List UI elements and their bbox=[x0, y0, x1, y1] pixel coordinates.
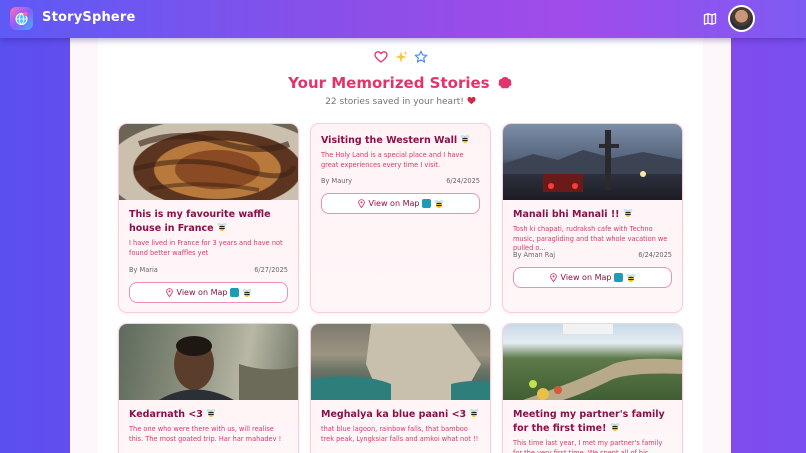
story-author: By Maria bbox=[129, 266, 158, 274]
story-title: Meghalya ka blue paani <3 bbox=[321, 408, 480, 422]
bee-icon bbox=[217, 223, 227, 231]
story-image-meghalaya bbox=[311, 324, 490, 400]
story-image-kedarnath bbox=[119, 324, 298, 400]
view-on-map-button[interactable]: View on Map bbox=[513, 267, 672, 288]
heart-emoji-icon bbox=[467, 96, 476, 105]
story-title-text: Meeting my partner's family for the firs… bbox=[513, 409, 665, 434]
story-date: 6/24/2025 bbox=[446, 177, 480, 185]
bee-icon bbox=[460, 135, 470, 143]
story-title-text: Meghalya ka blue paani <3 bbox=[321, 409, 467, 420]
story-card[interactable]: This is my favourite waffle house in Fra… bbox=[118, 123, 299, 313]
story-description: The one who were there with us, will rea… bbox=[129, 425, 282, 443]
globe-logo-icon bbox=[15, 11, 28, 25]
story-title: Manali bhi Manali !! bbox=[513, 208, 672, 222]
bee-icon bbox=[610, 423, 620, 431]
bee-icon bbox=[434, 199, 444, 208]
story-description: I have lived in France for 3 years and h… bbox=[129, 239, 283, 257]
story-title-text: Manali bhi Manali !! bbox=[513, 209, 620, 220]
story-title: Kedarnath <3 bbox=[129, 408, 288, 422]
story-image-family bbox=[503, 324, 682, 400]
story-description: that blue lagoon, rainbow falls, that ba… bbox=[321, 425, 479, 443]
story-author: By Aman Raj bbox=[513, 251, 556, 259]
hero-icon-row bbox=[70, 50, 731, 66]
pin-icon bbox=[165, 288, 173, 297]
view-on-map-label: View on Map bbox=[176, 288, 228, 297]
star-icon bbox=[414, 50, 428, 64]
bee-icon bbox=[623, 209, 633, 217]
pin-icon bbox=[549, 273, 557, 282]
view-on-map-label: View on Map bbox=[368, 199, 420, 208]
story-title: Visiting the Western Wall bbox=[321, 134, 480, 148]
map-emoji-icon bbox=[614, 273, 624, 282]
map-emoji-icon bbox=[230, 288, 240, 297]
story-author: By Maury bbox=[321, 177, 353, 185]
story-title-text: This is my favourite waffle house in Fra… bbox=[129, 209, 271, 234]
bee-icon bbox=[626, 273, 636, 282]
story-date: 6/24/2025 bbox=[638, 251, 672, 259]
story-description: Tosh ki chapati, rudraksh cafe with Tech… bbox=[513, 225, 668, 252]
story-meta: By Maria 6/27/2025 bbox=[129, 266, 288, 274]
bee-icon bbox=[469, 409, 479, 417]
story-card[interactable]: Visiting the Western Wall The Holy Land … bbox=[310, 123, 491, 313]
brain-icon bbox=[498, 77, 512, 89]
story-card[interactable]: Manali bhi Manali !! Tosh ki chapati, ru… bbox=[502, 123, 683, 313]
story-image-manali bbox=[503, 124, 682, 200]
story-description: The Holy Land is a special place and I h… bbox=[321, 151, 464, 169]
map-emoji-icon bbox=[422, 199, 432, 208]
page-title-text: Your Memorized Stories bbox=[288, 74, 490, 92]
pin-icon bbox=[357, 199, 365, 208]
story-title-text: Kedarnath <3 bbox=[129, 409, 203, 420]
story-title-text: Visiting the Western Wall bbox=[321, 135, 458, 146]
app-name[interactable]: StorySphere bbox=[42, 10, 136, 25]
heart-icon bbox=[373, 50, 388, 64]
story-meta: By Aman Raj 6/24/2025 bbox=[513, 251, 672, 259]
bee-icon bbox=[242, 288, 252, 297]
sparkles-icon bbox=[394, 50, 408, 64]
view-on-map-button[interactable]: View on Map bbox=[129, 282, 288, 303]
user-avatar[interactable] bbox=[728, 5, 755, 32]
story-card[interactable]: Kedarnath <3 The one who were there with… bbox=[118, 323, 299, 453]
top-navbar: StorySphere bbox=[0, 0, 806, 38]
story-date: 6/27/2025 bbox=[254, 266, 288, 274]
page-subtitle: 22 stories saved in your heart! bbox=[70, 96, 731, 107]
page-subtitle-text: 22 stories saved in your heart! bbox=[325, 97, 464, 107]
view-on-map-button[interactable]: View on Map bbox=[321, 193, 480, 214]
map-nav-button[interactable] bbox=[702, 11, 718, 27]
story-image-waffles bbox=[119, 124, 298, 200]
story-title: This is my favourite waffle house in Fra… bbox=[129, 208, 288, 236]
story-title: Meeting my partner's family for the firs… bbox=[513, 408, 672, 436]
story-card[interactable]: Meeting my partner's family for the firs… bbox=[502, 323, 683, 453]
story-card[interactable]: Meghalya ka blue paani <3 that blue lago… bbox=[310, 323, 491, 453]
app-logo[interactable] bbox=[10, 7, 33, 30]
story-meta: By Maury 6/24/2025 bbox=[321, 177, 480, 185]
bee-icon bbox=[206, 409, 216, 417]
map-icon bbox=[703, 13, 717, 25]
story-description: This time last year, I met my partner's … bbox=[513, 439, 663, 453]
view-on-map-label: View on Map bbox=[560, 273, 612, 282]
page-title: Your Memorized Stories bbox=[70, 74, 731, 92]
